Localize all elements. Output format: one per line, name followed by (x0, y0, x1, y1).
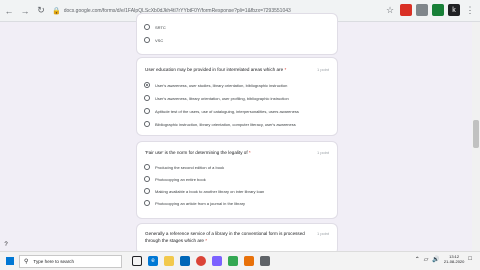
extension-icon[interactable] (416, 4, 428, 16)
radio-button[interactable] (144, 37, 150, 43)
edge-icon[interactable]: e (148, 256, 158, 266)
extension-icon[interactable] (400, 4, 412, 16)
radio-button[interactable] (144, 24, 150, 30)
option-label: Making available a book to another libra… (155, 188, 265, 194)
option-label: Aptitude test of the users, use of catal… (155, 108, 299, 114)
menu-dots-icon[interactable]: ⋮ (464, 4, 476, 16)
points-label: 1 point (316, 150, 329, 155)
file-explorer-icon[interactable] (164, 256, 174, 266)
radio-button[interactable] (144, 188, 150, 194)
notifications-icon[interactable]: □ (468, 256, 472, 262)
option-label: User's awareness, library orientation, u… (155, 95, 289, 101)
windows-start-icon[interactable] (3, 254, 17, 268)
question-card-4: Generally a reference service of a libra… (137, 224, 337, 254)
chevron-up-icon[interactable]: ⌃ (415, 256, 420, 263)
radio-option[interactable]: VSC (144, 37, 163, 43)
radio-option[interactable]: SRTC (144, 24, 166, 30)
radio-option[interactable]: Producing the second edition of a book (144, 164, 224, 170)
taskbar-search-input[interactable]: ⚲ Type here to search (19, 254, 122, 268)
taskbar: ⚲ Type here to search e ⌃ ▱ 🔊 13:12 21-0… (0, 251, 480, 270)
option-label: Bibliographic instruction, library orien… (155, 121, 296, 127)
radio-button[interactable] (144, 176, 150, 182)
question-title: 'Fair use' is the norm for determining t… (145, 150, 251, 155)
app-icon[interactable] (228, 256, 238, 266)
chrome-icon[interactable] (196, 256, 206, 266)
option-label: Producing the second edition of a book (155, 164, 225, 170)
radio-button-checked[interactable] (144, 82, 150, 88)
bookmark-star-icon[interactable]: ☆ (384, 4, 396, 16)
question-title: Generally a reference service of a libra… (145, 231, 305, 243)
radio-option[interactable]: Aptitude test of the users, use of catal… (144, 108, 299, 114)
task-view-icon[interactable] (132, 256, 142, 266)
forward-arrow-icon[interactable]: → (18, 4, 32, 18)
question-title: User education may be provided in four i… (145, 67, 287, 72)
scrollbar-thumb[interactable] (473, 120, 479, 148)
option-label: VSC (155, 37, 164, 43)
search-icon: ⚲ (24, 258, 29, 265)
points-label: 1 point (316, 67, 329, 72)
volume-icon[interactable]: 🔊 (432, 256, 439, 263)
lock-icon: 🔒 (52, 7, 61, 15)
question-card-1: SRTC VSC (137, 14, 337, 54)
address-bar[interactable]: docs.google.com/forms/d/e/1FAIpQLScXb0dJ… (64, 8, 364, 14)
app-icon[interactable] (212, 256, 222, 266)
radio-button[interactable] (144, 164, 150, 170)
radio-button[interactable] (144, 95, 150, 101)
points-label: 1 point (316, 231, 329, 236)
profile-avatar[interactable]: k (448, 4, 460, 16)
option-label: Photocopying an article from a journal i… (155, 200, 246, 206)
radio-option[interactable]: User's awareness, library orientation, u… (144, 95, 289, 101)
question-card-3: 'Fair use' is the norm for determining t… (137, 142, 337, 218)
radio-option[interactable]: Photocopying an entire book (144, 176, 206, 182)
app-icon[interactable] (244, 256, 254, 266)
option-label: Photocopying an entire book (155, 176, 206, 182)
back-arrow-icon[interactable]: ← (2, 4, 16, 18)
network-icon[interactable]: ▱ (424, 256, 429, 263)
question-card-2: User education may be provided in four i… (137, 58, 337, 135)
radio-option[interactable]: User's awareness, user studies, library … (144, 82, 287, 88)
radio-option[interactable]: Photocopying an article from a journal i… (144, 200, 245, 206)
radio-button[interactable] (144, 108, 150, 114)
clock[interactable]: 13:12 21-08-2020 (444, 254, 464, 264)
radio-button[interactable] (144, 121, 150, 127)
radio-option[interactable]: Bibliographic instruction, library orien… (144, 121, 296, 127)
store-icon[interactable] (180, 256, 190, 266)
radio-button[interactable] (144, 200, 150, 206)
option-label: SRTC (155, 24, 166, 30)
radio-option[interactable]: Making available a book to another libra… (144, 188, 264, 194)
extension-icon[interactable] (432, 4, 444, 16)
option-label: User's awareness, user studies, library … (155, 82, 288, 88)
reload-icon[interactable]: ↻ (34, 4, 48, 18)
app-icon[interactable] (260, 256, 270, 266)
help-icon[interactable]: ? (2, 241, 10, 249)
